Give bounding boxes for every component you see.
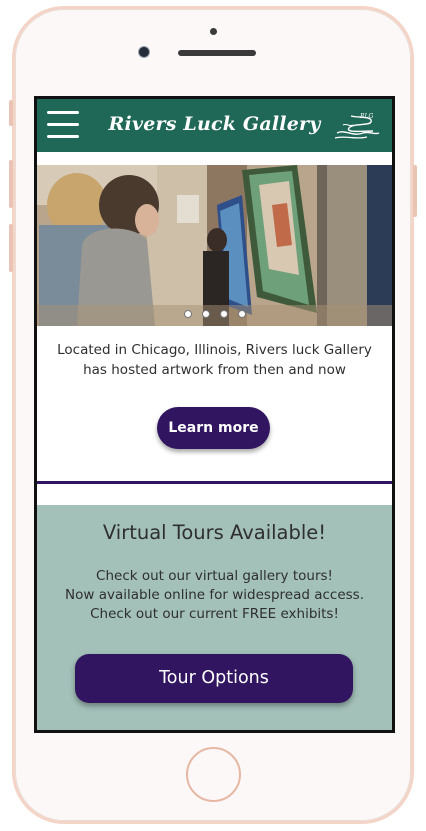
tours-line-2: Now available online for widespread acce… bbox=[65, 587, 364, 603]
section-divider bbox=[37, 481, 392, 484]
virtual-tours-section: Virtual Tours Available! Check out our v… bbox=[37, 505, 392, 730]
tours-heading: Virtual Tours Available! bbox=[102, 521, 327, 544]
front-camera bbox=[138, 46, 150, 58]
gallery-visitors-photo bbox=[37, 165, 392, 326]
side-button-volume-down bbox=[9, 224, 13, 272]
app-screen: Rivers Luck Gallery RLG Located in Chica… bbox=[34, 96, 395, 733]
carousel-dot-2[interactable] bbox=[201, 310, 210, 318]
learn-more-button[interactable]: Learn more bbox=[157, 407, 270, 449]
tours-line-3: Check out our current FREE exhibits! bbox=[90, 606, 339, 622]
side-button-power bbox=[413, 165, 417, 217]
tour-options-button[interactable]: Tour Options bbox=[75, 654, 353, 703]
tours-description: Check out our virtual gallery tours! Now… bbox=[37, 567, 392, 624]
tours-line-1: Check out our virtual gallery tours! bbox=[96, 568, 333, 584]
side-button-mute bbox=[9, 100, 13, 126]
gallery-logo-icon[interactable]: RLG bbox=[333, 109, 381, 141]
carousel-dot-3[interactable] bbox=[219, 310, 228, 318]
carousel-dots bbox=[37, 303, 392, 322]
home-button[interactable] bbox=[186, 747, 241, 802]
intro-text: Located in Chicago, Illinois, Rivers luc… bbox=[57, 342, 372, 378]
proximity-sensor bbox=[210, 28, 217, 35]
hero-carousel[interactable] bbox=[37, 165, 392, 326]
carousel-dot-1[interactable] bbox=[183, 310, 192, 318]
carousel-dot-4[interactable] bbox=[237, 310, 246, 318]
app-header: Rivers Luck Gallery RLG bbox=[37, 99, 392, 152]
side-button-volume-up bbox=[9, 160, 13, 208]
earpiece-speaker bbox=[178, 50, 256, 56]
